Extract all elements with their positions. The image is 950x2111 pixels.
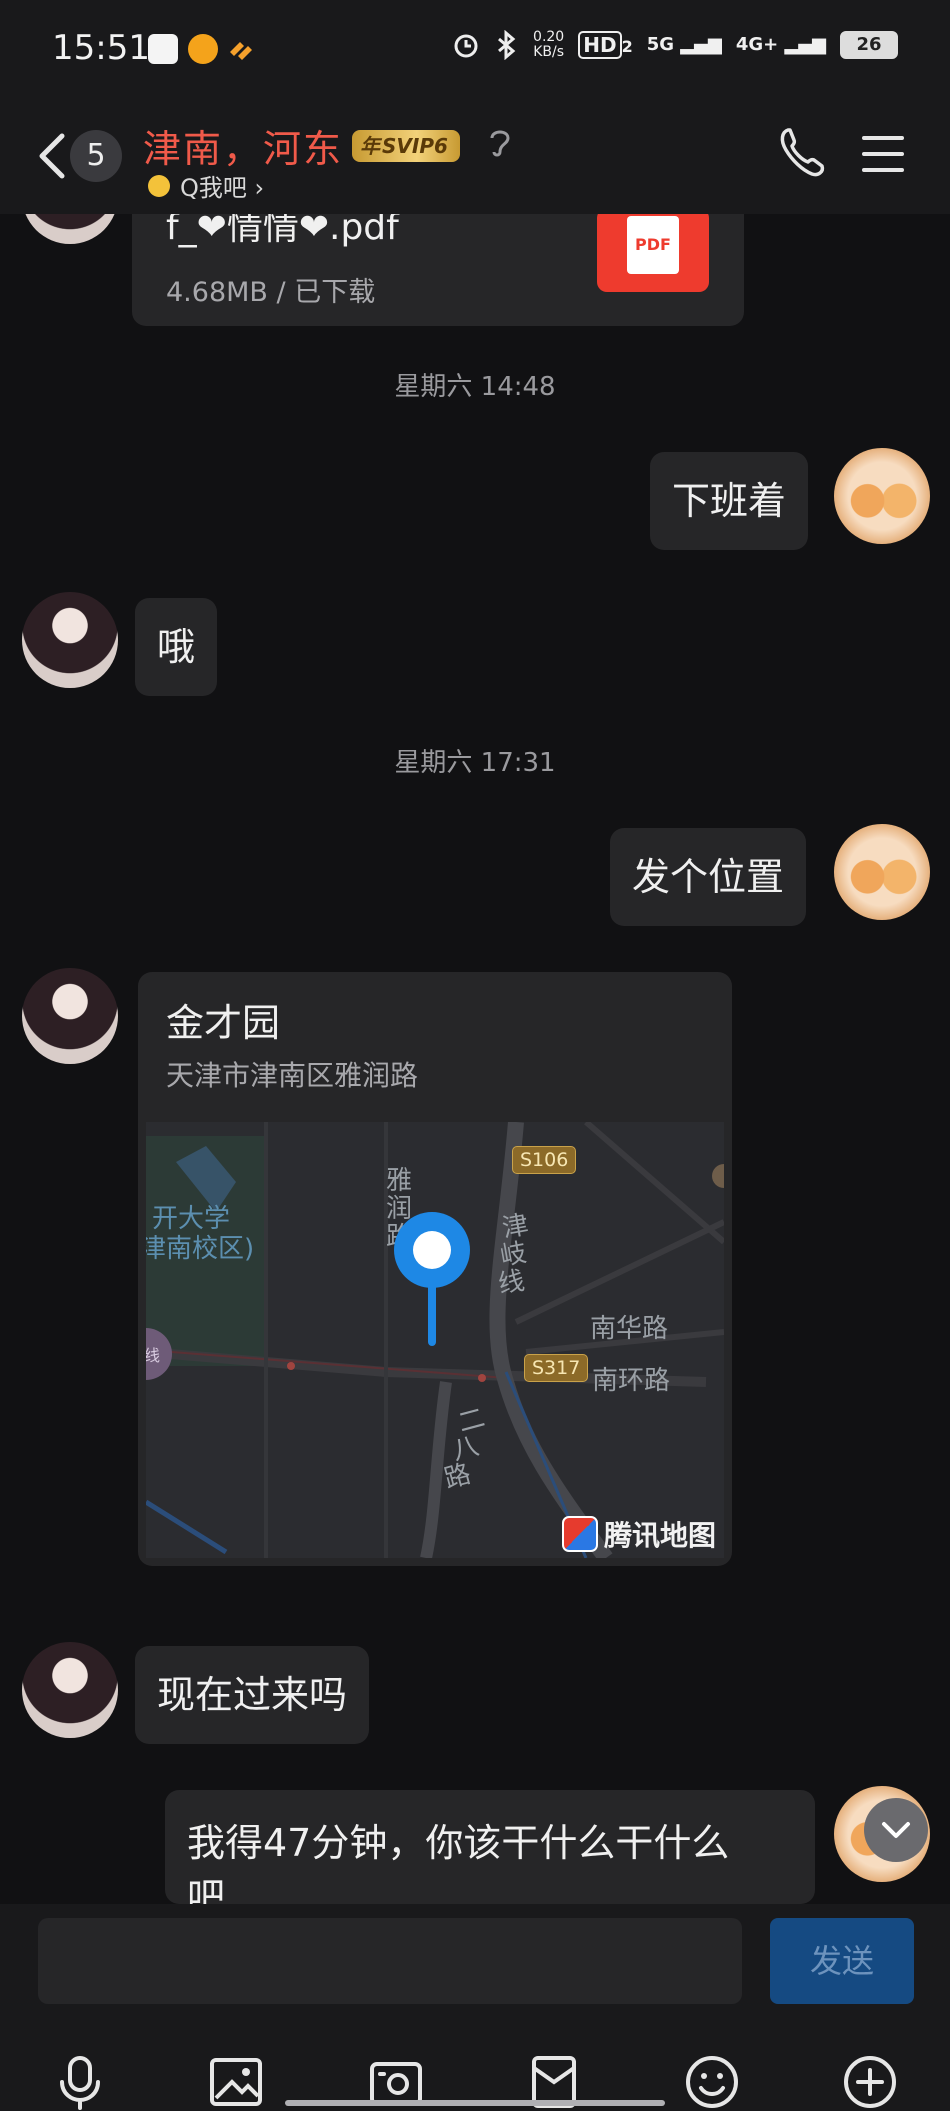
file-meta: 4.68MB / 已下载 — [166, 277, 376, 308]
status-subtitle[interactable]: Q我吧 › — [148, 168, 264, 203]
app-notification-icon — [148, 34, 178, 64]
road-shield: S106 — [512, 1146, 577, 1174]
avatar[interactable] — [22, 214, 118, 244]
message-bubble-received[interactable]: 哦 — [135, 598, 218, 696]
location-message-card[interactable]: 金才园 天津市津南区雅润路 开大学 津南校区) 雅 润 路 S106 津 — [138, 972, 732, 1566]
avatar[interactable] — [22, 592, 118, 688]
map-label: 南华路 — [590, 1314, 669, 1344]
file-message-card[interactable]: f_❤情情❤.pdf 4.68MB / 已下载 PDF — [132, 214, 744, 326]
chevron-down-icon — [882, 1822, 910, 1838]
bluetooth-icon — [498, 30, 516, 60]
map-label: 南环路 — [592, 1366, 671, 1396]
location-title: 金才园 — [166, 1001, 281, 1045]
weibo-icon — [188, 34, 218, 64]
message-bubble-sent[interactable]: 我得47分钟，你该干什么干什么 吧 — [165, 1790, 815, 1904]
map-label: 津南校区) — [146, 1234, 255, 1264]
app-notification-icon-2 — [226, 34, 256, 64]
chat-title[interactable]: 津南，河东 — [143, 118, 343, 173]
signal-4g-icon: 4G+ ▂▄▆ — [735, 34, 826, 55]
location-pin-icon — [394, 1212, 470, 1346]
send-button[interactable]: 发送 — [770, 1918, 914, 2004]
avatar[interactable] — [22, 1642, 118, 1738]
tencent-map-logo: 腾讯地图 — [561, 1514, 716, 1554]
net-speed: 0.20 KB/s — [533, 29, 565, 60]
image-picker-icon[interactable] — [208, 2054, 264, 2110]
phone-call-icon[interactable] — [778, 126, 826, 178]
signal-5g-icon: 5G ▂▄▆ — [646, 34, 722, 55]
tencent-map-icon — [561, 1516, 598, 1552]
status-bar: 15:51 0.20 KB/s HD 2 5G ▂▄▆ 4G+ ▂▄▆ 26 — [0, 0, 950, 100]
input-bar: 发送 — [0, 1904, 950, 2111]
map-label: 线 — [146, 1346, 161, 1365]
message-bubble-sent[interactable]: 发个位置 — [610, 828, 807, 926]
microphone-icon[interactable] — [52, 2054, 108, 2110]
location-address: 天津市津南区雅润路 — [166, 1059, 419, 1092]
avatar-self[interactable] — [834, 824, 930, 920]
pdf-icon: PDF — [597, 214, 709, 292]
menu-icon[interactable] — [862, 134, 904, 174]
ear-icon — [490, 130, 510, 157]
back-arrow-icon[interactable] — [32, 132, 72, 180]
avatar[interactable] — [22, 968, 118, 1064]
scroll-to-bottom-button[interactable] — [864, 1798, 928, 1862]
home-indicator[interactable] — [285, 2100, 665, 2106]
add-more-icon[interactable] — [842, 2054, 898, 2110]
status-time: 15:51 — [52, 28, 150, 68]
battery-icon: 26 — [840, 31, 898, 59]
message-input[interactable] — [38, 1918, 742, 2004]
avatar-self[interactable] — [834, 448, 930, 544]
smile-icon — [148, 174, 170, 197]
unread-count-badge[interactable]: 5 — [70, 130, 122, 182]
chat-header: 5 津南，河东 年 SVIP6 Q我吧 › — [0, 100, 950, 214]
alarm-icon — [454, 34, 478, 58]
location-map[interactable]: 开大学 津南校区) 雅 润 路 S106 津 岐 线 南华路 S317 南环路 … — [146, 1122, 724, 1558]
road-shield: S317 — [524, 1354, 589, 1382]
message-bubble-received[interactable]: 现在过来吗 — [135, 1646, 370, 1744]
hd-icon: HD 2 — [578, 31, 633, 59]
emoji-icon[interactable] — [684, 2054, 740, 2110]
file-name: f_❤情情❤.pdf — [166, 214, 399, 248]
message-line: 吧 — [187, 1875, 226, 1904]
timestamp: 星期六 17:31 — [394, 748, 556, 778]
message-line: 我得47分钟，你该干什么干什么 — [187, 1821, 730, 1865]
message-bubble-sent[interactable]: 下班着 — [650, 452, 809, 550]
status-right-group: 0.20 KB/s HD 2 5G ▂▄▆ 4G+ ▂▄▆ 26 — [451, 30, 898, 60]
svip-badge: 年 SVIP6 — [352, 130, 460, 162]
timestamp: 星期六 14:48 — [394, 372, 556, 402]
